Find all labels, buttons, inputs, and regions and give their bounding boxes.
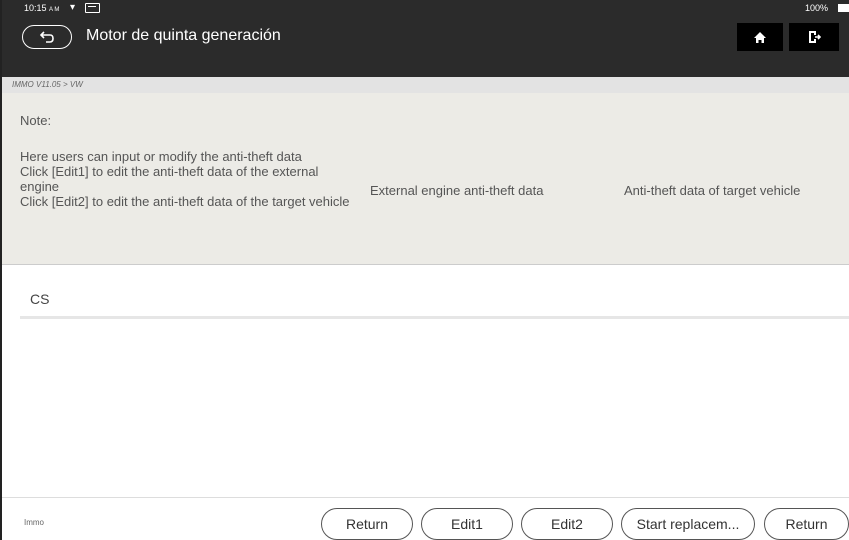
note-line: Click [Edit2] to edit the anti-theft dat…	[20, 194, 350, 209]
back-arrow-icon	[40, 31, 54, 43]
return-button[interactable]: Return	[321, 508, 413, 540]
status-bar: 10:15 A M ▾ 100%	[2, 0, 849, 17]
exit-icon	[809, 31, 821, 43]
table-row[interactable]: CS	[20, 273, 849, 319]
app-frame: 10:15 A M ▾ 100% Motor de quinta generac…	[0, 0, 849, 540]
footer-label: Immo	[24, 518, 44, 527]
title-bar: Motor de quinta generación	[2, 17, 849, 77]
breadcrumb: IMMO V11.05 > VW	[2, 77, 849, 93]
return-button-2[interactable]: Return	[764, 508, 849, 540]
column-header-target: Anti-theft data of target vehicle	[624, 183, 801, 198]
note-title: Note:	[20, 113, 52, 128]
battery-icon	[838, 4, 849, 12]
sd-card-icon	[85, 3, 100, 13]
note-line: Click [Edit1] to edit the anti-theft dat…	[20, 164, 319, 194]
back-button[interactable]	[22, 25, 72, 49]
row-label: CS	[30, 291, 50, 307]
status-time: 10:15 A M	[24, 3, 60, 13]
note-panel: Note: Here users can input or modify the…	[2, 93, 849, 265]
wifi-icon: ▾	[70, 2, 76, 13]
edit1-button[interactable]: Edit1	[421, 508, 513, 540]
home-button[interactable]	[737, 23, 783, 51]
edit2-button[interactable]: Edit2	[521, 508, 613, 540]
exit-button[interactable]	[789, 23, 839, 51]
column-header-external: External engine anti-theft data	[370, 183, 544, 198]
note-line: Here users can input or modify the anti-…	[20, 149, 302, 164]
bottom-bar: Immo Return Edit1 Edit2 Start replacem..…	[2, 497, 849, 540]
home-icon	[754, 31, 766, 43]
note-text: Here users can input or modify the anti-…	[20, 149, 350, 209]
start-replacement-button[interactable]: Start replacem...	[621, 508, 755, 540]
page-title: Motor de quinta generación	[86, 27, 281, 44]
battery-percent: 100%	[805, 3, 829, 13]
